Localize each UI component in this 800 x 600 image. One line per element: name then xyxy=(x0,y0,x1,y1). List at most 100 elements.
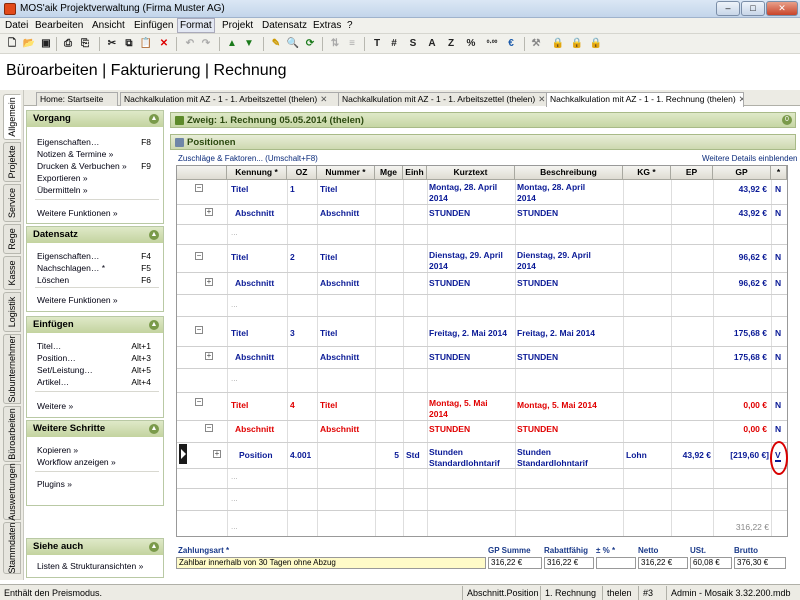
tab-kasse[interactable]: Kasse xyxy=(3,256,21,290)
chevron-up-icon[interactable]: ▲ xyxy=(149,114,159,124)
group-header[interactable]: Siehe auch ▲ xyxy=(27,539,163,555)
sidebar-item-artikel[interactable]: Artikel… xyxy=(37,377,69,387)
sidebar-item-set-leistung[interactable]: Set/Leistung… xyxy=(37,365,93,375)
col-header-mge[interactable]: Mge xyxy=(375,166,403,180)
row-selector-arrow-icon[interactable] xyxy=(179,444,187,464)
group-header[interactable]: Einfügen ▲ xyxy=(27,317,163,333)
sidebar-item-kopieren[interactable]: Kopieren » xyxy=(37,445,78,455)
empty-row-placeholder[interactable]: ... xyxy=(231,494,238,503)
cell-kurztext[interactable]: Stunden xyxy=(429,447,463,457)
sidebar-more-functions[interactable]: Weitere Funktionen » xyxy=(37,295,118,305)
menu-ansicht[interactable]: Ansicht xyxy=(92,20,125,31)
maximize-button[interactable]: □ xyxy=(741,1,765,16)
menu-projekt[interactable]: Projekt xyxy=(222,20,253,31)
chevron-up-icon[interactable]: ▲ xyxy=(149,320,159,330)
sidebar-item-workflow[interactable]: Workflow anzeigen » xyxy=(37,457,116,467)
col-header-ep[interactable]: EP xyxy=(671,166,713,180)
cell-kg[interactable]: Lohn xyxy=(626,450,647,460)
open-folder-icon[interactable]: 📂 xyxy=(21,36,37,52)
empty-row-placeholder[interactable]: ... xyxy=(231,522,238,531)
tab-allgemein[interactable]: Allgemein xyxy=(3,94,21,140)
sidebar-item-uebermitteln[interactable]: Übermitteln » xyxy=(37,185,88,195)
redo-icon[interactable]: ↷ xyxy=(198,36,214,52)
tab-projekte[interactable]: Projekte xyxy=(3,142,21,182)
menu-bearbeiten[interactable]: Bearbeiten xyxy=(35,20,83,31)
new-document-icon[interactable]: 🗋 xyxy=(4,36,20,52)
cell-beschreibung-2[interactable]: Standardlohntarif xyxy=(517,458,588,468)
sidebar-item-exportieren[interactable]: Exportieren » xyxy=(37,173,88,183)
cell-einh[interactable]: Std xyxy=(406,450,420,460)
sidebar-item-nachschlagen[interactable]: Nachschlagen… * xyxy=(37,263,105,273)
lock-red-icon[interactable]: 🔒 xyxy=(588,36,604,52)
tab-service[interactable]: Service xyxy=(3,184,21,222)
format-s-button[interactable]: S xyxy=(405,36,421,52)
empty-row-placeholder[interactable]: ... xyxy=(231,228,238,237)
col-header-beschreibung[interactable]: Beschreibung xyxy=(515,166,623,180)
format-z-button[interactable]: Z xyxy=(443,36,459,52)
sidebar-item-titel[interactable]: Titel… xyxy=(37,341,61,351)
group-header[interactable]: Datensatz ▲ xyxy=(27,227,163,243)
refresh-icon[interactable]: ⟳ xyxy=(302,36,318,52)
doc-tab-arbeitszettel-2[interactable]: Nachkalkulation mit AZ - 1 - 1. Arbeitsz… xyxy=(338,92,564,106)
tab-bueroarbeiten[interactable]: Büroarbeiten xyxy=(3,406,21,462)
cell-kurztext-2[interactable]: Standardlohntarif xyxy=(429,458,500,468)
sidebar-more-functions[interactable]: Weitere Funktionen » xyxy=(37,208,118,218)
positions-grid[interactable]: Kennung * OZ Nummer * Mge Einh Kurztext … xyxy=(176,165,788,537)
sidebar-item-notizen[interactable]: Notizen & Termine » xyxy=(37,149,113,159)
sort-icon[interactable]: ⇅ xyxy=(327,36,343,52)
sidebar-item-plugins[interactable]: Plugins » xyxy=(37,479,72,489)
move-down-icon[interactable]: ▼ xyxy=(241,36,257,52)
col-header-kurztext[interactable]: Kurztext xyxy=(427,166,515,180)
close-tab-icon[interactable]: ✕ xyxy=(320,94,327,104)
chevron-up-icon[interactable]: ▲ xyxy=(149,542,159,552)
cell-ep[interactable]: 43,92 € xyxy=(673,450,711,460)
tab-stammdaten[interactable]: Stammdaten xyxy=(3,522,21,574)
cell-gp[interactable]: [219,60 €] xyxy=(715,450,769,460)
delete-icon[interactable]: ✕ xyxy=(156,36,172,52)
collapse-toggle[interactable]: − xyxy=(195,252,203,260)
edit-pencil-icon[interactable]: ✎ xyxy=(268,36,284,52)
collapse-toggle[interactable]: − xyxy=(195,184,203,192)
sidebar-item-loeschen[interactable]: Löschen xyxy=(37,275,69,285)
menu-format[interactable]: Format xyxy=(177,18,215,33)
sidebar-item-listen[interactable]: Listen & Strukturansichten » xyxy=(37,561,143,571)
col-header-einh[interactable]: Einh xyxy=(403,166,427,180)
lock-blue-icon[interactable]: 🔒 xyxy=(550,36,566,52)
tab-rege[interactable]: Rege xyxy=(3,224,21,254)
cell-oz[interactable]: 4.001 xyxy=(290,450,311,460)
lock-yellow-icon[interactable]: 🔒 xyxy=(569,36,585,52)
empty-row-placeholder[interactable]: ... xyxy=(231,472,238,481)
paste-icon[interactable]: 📋 xyxy=(138,36,154,52)
format-a-button[interactable]: A xyxy=(424,36,440,52)
collapse-toggle[interactable]: − xyxy=(195,398,203,406)
cell-beschreibung[interactable]: Stunden xyxy=(517,447,551,457)
doc-tab-rechnung[interactable]: Nachkalkulation mit AZ - 1 - 1. Rechnung… xyxy=(546,92,744,107)
format-number-button[interactable]: # xyxy=(386,36,402,52)
cell-mge[interactable]: 5 xyxy=(375,450,399,460)
empty-row-placeholder[interactable]: ... xyxy=(231,300,238,309)
sidebar-more[interactable]: Weitere » xyxy=(37,401,73,411)
col-header-gp[interactable]: GP xyxy=(713,166,771,180)
menu-extras[interactable]: Extras xyxy=(313,20,341,31)
tab-auswertungen[interactable]: Auswertungen xyxy=(3,463,21,521)
cut-icon[interactable]: ✂ xyxy=(104,36,120,52)
tools-icon[interactable]: ⚒ xyxy=(528,36,544,52)
collapse-toggle[interactable]: − xyxy=(195,326,203,334)
col-header-flag[interactable]: * xyxy=(771,166,787,180)
copy-icon[interactable]: ⧉ xyxy=(121,36,137,52)
sidebar-item-eigenschaften[interactable]: Eigenschaften… xyxy=(37,137,99,147)
expand-toggle[interactable]: + xyxy=(213,450,221,458)
menu-datei[interactable]: Datei xyxy=(5,20,28,31)
doc-tab-home[interactable]: Home: Startseite xyxy=(36,92,118,106)
expand-toggle[interactable]: + xyxy=(205,352,213,360)
close-tab-icon[interactable]: ✕ xyxy=(538,94,545,104)
print-icon[interactable]: ⎙ xyxy=(60,36,76,52)
print-preview-icon[interactable]: ⎘ xyxy=(77,36,93,52)
col-header-nummer[interactable]: Nummer * xyxy=(317,166,375,180)
tab-logistik[interactable]: Logistik xyxy=(3,292,21,332)
menu-datensatz[interactable]: Datensatz xyxy=(262,20,307,31)
group-header[interactable]: Weitere Schritte ▲ xyxy=(27,421,163,437)
col-header-kennung[interactable]: Kennung * xyxy=(227,166,287,180)
menu-einfuegen[interactable]: Einfügen xyxy=(134,20,173,31)
menu-help[interactable]: ? xyxy=(347,20,353,31)
